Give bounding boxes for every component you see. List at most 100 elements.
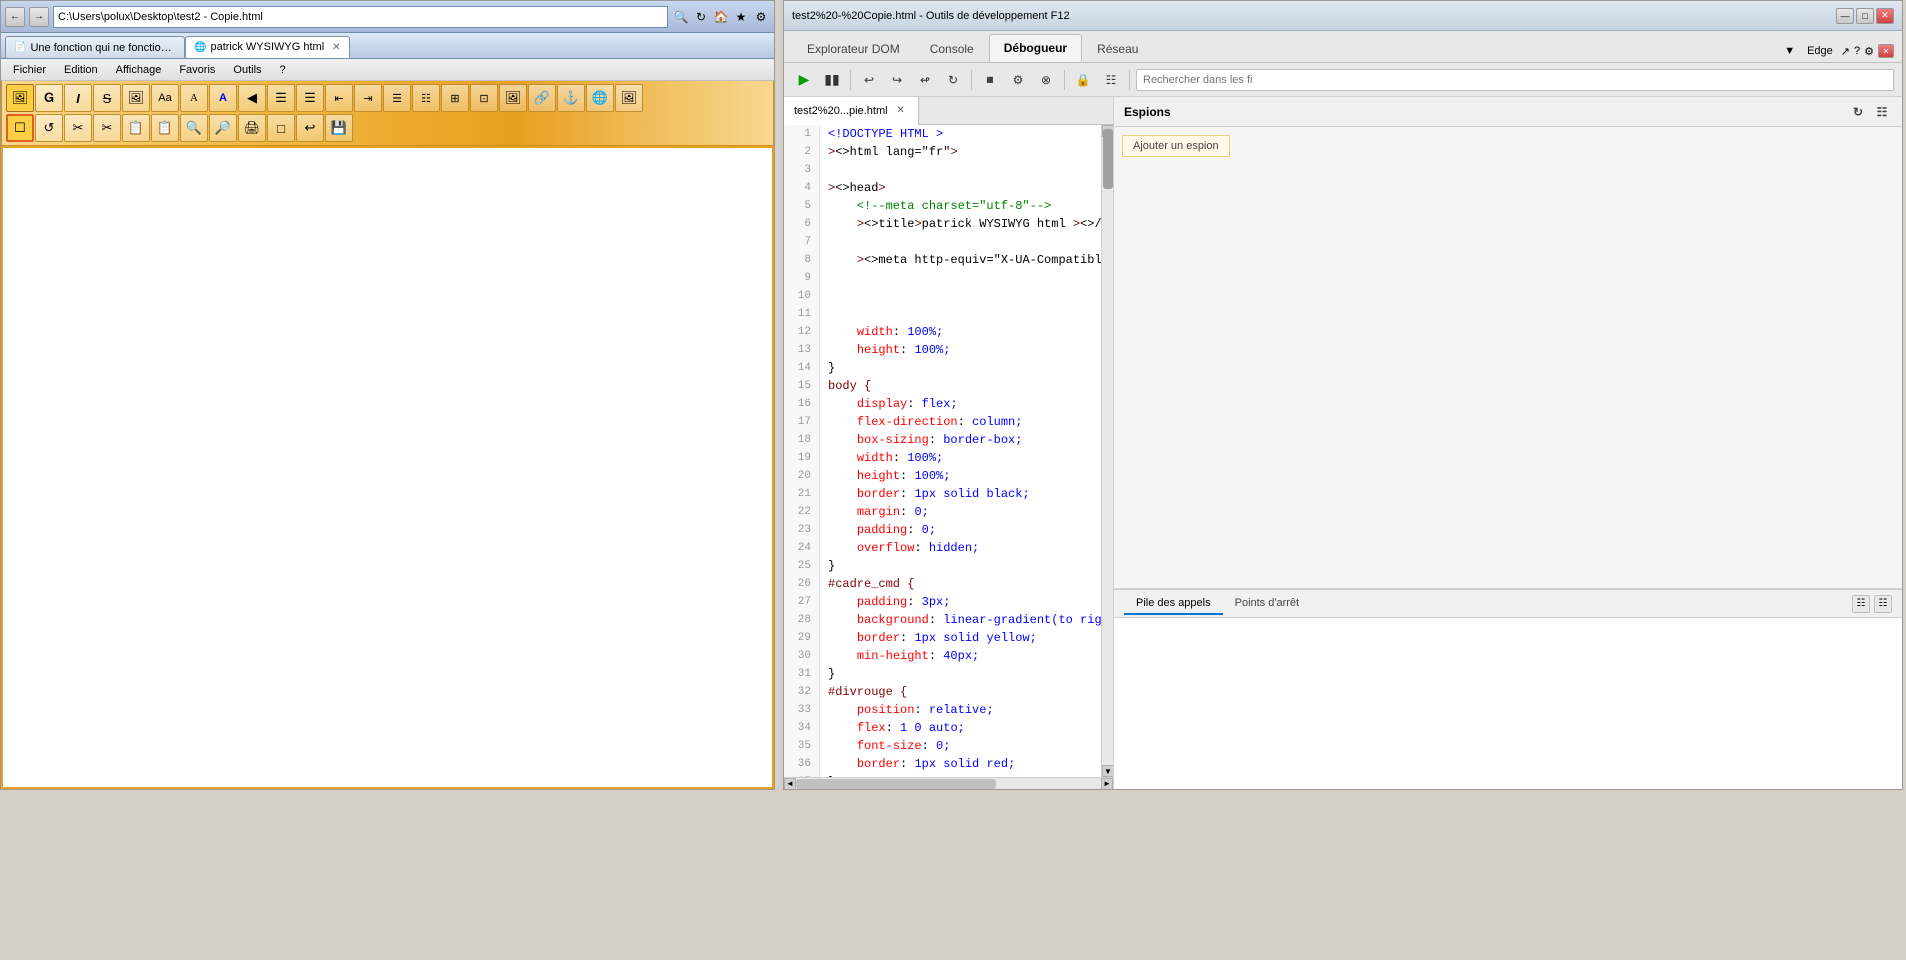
scroll-down-arrow[interactable]: ▼ — [1102, 765, 1113, 777]
bottom-icon-2[interactable]: ☷ — [1874, 595, 1892, 613]
toolbar-btn-25[interactable]: ✂ — [93, 114, 121, 142]
toolbar-btn-2[interactable]: I — [64, 84, 92, 112]
toolbar-btn-5[interactable]: Aa — [151, 84, 179, 112]
code-line-27[interactable]: 27 padding: 3px; — [784, 593, 1101, 611]
code-hscroll[interactable]: ◄ ► — [784, 777, 1113, 789]
code-line-12[interactable]: 12 width: 100%; — [784, 323, 1101, 341]
menu-affichage[interactable]: Affichage — [108, 62, 170, 78]
step-out-button[interactable]: ↫ — [913, 68, 937, 92]
worker-button[interactable]: ⚙ — [1006, 68, 1030, 92]
espions-refresh-icon[interactable]: ↻ — [1848, 102, 1868, 122]
minimize-button[interactable]: — — [1836, 8, 1854, 24]
toolbar-btn-12[interactable]: ⇥ — [354, 84, 382, 112]
code-line-33[interactable]: 33 position: relative; — [784, 701, 1101, 719]
toolbar-btn-28[interactable]: 🔍 — [180, 114, 208, 142]
maximize-button[interactable]: □ — [1856, 8, 1874, 24]
code-line-22[interactable]: 22 margin: 0; — [784, 503, 1101, 521]
code-line-8[interactable]: 8 ><>meta http-equiv="X-UA-Compatible" c — [784, 251, 1101, 269]
help-icon[interactable]: ? — [1854, 45, 1860, 57]
code-line-19[interactable]: 19 width: 100%; — [784, 449, 1101, 467]
grid-button[interactable]: ☷ — [1099, 68, 1123, 92]
code-line-32[interactable]: 32#divrouge { — [784, 683, 1101, 701]
code-line-20[interactable]: 20 height: 100%; — [784, 467, 1101, 485]
bottom-icon-1[interactable]: ☷ — [1852, 595, 1870, 613]
code-line-34[interactable]: 34 flex: 1 0 auto; — [784, 719, 1101, 737]
code-line-31[interactable]: 31} — [784, 665, 1101, 683]
breakpoints-button[interactable]: ◾ — [978, 68, 1002, 92]
toolbar-btn-16[interactable]: ⊡ — [470, 84, 498, 112]
toolbar-btn-23[interactable]: ↺ — [35, 114, 63, 142]
tab-pile-des-appels[interactable]: Pile des appels — [1124, 593, 1223, 615]
code-line-30[interactable]: 30 min-height: 40px; — [784, 647, 1101, 665]
toolbar-btn-8[interactable]: ◀ — [238, 84, 266, 112]
toolbar-btn-14[interactable]: ☷ — [412, 84, 440, 112]
code-line-9[interactable]: 9 — [784, 269, 1101, 287]
hscroll-track[interactable] — [796, 779, 1101, 789]
close-button[interactable]: ✕ — [1876, 8, 1894, 24]
menu-fichier[interactable]: Fichier — [5, 62, 54, 78]
code-line-5[interactable]: 5 <!--meta charset="utf-8"--> — [784, 197, 1101, 215]
toolbar-btn-20[interactable]: 🌐 — [586, 84, 614, 112]
hscroll-right-arrow[interactable]: ► — [1101, 778, 1113, 790]
hscroll-thumb[interactable] — [796, 779, 996, 789]
menu-favoris[interactable]: Favoris — [171, 62, 223, 78]
code-line-29[interactable]: 29 border: 1px solid yellow; — [784, 629, 1101, 647]
toolbar-btn-19[interactable]: ⚓ — [557, 84, 585, 112]
code-line-24[interactable]: 24 overflow: hidden; — [784, 539, 1101, 557]
toolbar-btn-31[interactable]: □ — [267, 114, 295, 142]
step-over-button[interactable]: ↩ — [857, 68, 881, 92]
play-button[interactable]: ▶ — [792, 68, 816, 92]
toolbar-btn-27[interactable]: 📋 — [151, 114, 179, 142]
toolbar-btn-0[interactable]: 🖼 — [6, 84, 34, 112]
toolbar-btn-21[interactable]: 🖼 — [615, 84, 643, 112]
menu-edition[interactable]: Edition — [56, 62, 106, 78]
code-line-6[interactable]: 6 ><>title>patrick WYSIWYG html ><>/titl… — [784, 215, 1101, 233]
scroll-thumb[interactable] — [1103, 129, 1113, 189]
toolbar-btn-29[interactable]: 🔎 — [209, 114, 237, 142]
espions-settings-icon[interactable]: ☷ — [1872, 102, 1892, 122]
add-espion-button[interactable]: Ajouter un espion — [1122, 135, 1230, 157]
menu-help[interactable]: ? — [272, 62, 294, 78]
code-content[interactable]: 1<!DOCTYPE HTML >2><>html lang="fr">34><… — [784, 125, 1101, 777]
tab-reseau[interactable]: Réseau — [1082, 34, 1153, 62]
code-scrollbar[interactable]: ▲ ▼ — [1101, 125, 1113, 777]
toolbar-btn-18[interactable]: 🔗 — [528, 84, 556, 112]
toolbar-btn-9[interactable]: ☰ — [267, 84, 295, 112]
file-tab-close[interactable]: ✕ — [894, 104, 908, 118]
detach-icon[interactable]: ↗ — [1841, 45, 1850, 58]
toolbar-btn-6[interactable]: A — [180, 84, 208, 112]
toolbar-btn-17[interactable]: 🖼 — [499, 84, 527, 112]
toolbar-btn-13[interactable]: ☰ — [383, 84, 411, 112]
code-line-1[interactable]: 1<!DOCTYPE HTML > — [784, 125, 1101, 143]
code-line-10[interactable]: 10 — [784, 287, 1101, 305]
toolbar-btn-33[interactable]: 💾 — [325, 114, 353, 142]
toolbar-btn-30[interactable]: 🖨 — [238, 114, 266, 142]
editor-area[interactable] — [1, 146, 774, 789]
code-line-15[interactable]: 15body { — [784, 377, 1101, 395]
code-line-14[interactable]: 14} — [784, 359, 1101, 377]
code-line-18[interactable]: 18 box-sizing: border-box; — [784, 431, 1101, 449]
tab-points-arret[interactable]: Points d'arrêt — [1223, 593, 1311, 615]
code-line-28[interactable]: 28 background: linear-gradient(to right — [784, 611, 1101, 629]
code-line-35[interactable]: 35 font-size: 0; — [784, 737, 1101, 755]
lock-button[interactable]: 🔒 — [1071, 68, 1095, 92]
toolbar-btn-24[interactable]: ✂ — [64, 114, 92, 142]
forward-button[interactable]: → — [29, 7, 49, 27]
tab-console[interactable]: Console — [915, 34, 989, 62]
search-icon[interactable]: 🔍 — [672, 8, 690, 26]
tab-explorateur-dom[interactable]: Explorateur DOM — [792, 34, 915, 62]
pause-button[interactable]: ▮▮ — [820, 68, 844, 92]
devtools-close-icon[interactable]: ✕ — [1878, 44, 1894, 58]
tab-1[interactable]: 📄 Une fonction qui ne fonctionne... — [5, 36, 185, 58]
favorites-icon[interactable]: ★ — [732, 8, 750, 26]
code-line-2[interactable]: 2><>html lang="fr"> — [784, 143, 1101, 161]
tab-2-close[interactable]: ✕ — [332, 42, 340, 53]
menu-outils[interactable]: Outils — [225, 62, 269, 78]
search-input[interactable] — [1136, 69, 1894, 91]
toolbar-btn-1[interactable]: 𝐆 — [35, 84, 63, 112]
step-button[interactable]: ↻ — [941, 68, 965, 92]
toolbar-btn-10[interactable]: ☰ — [296, 84, 324, 112]
toolbar-btn-11[interactable]: ⇤ — [325, 84, 353, 112]
settings-icon[interactable]: ⚙ — [752, 8, 770, 26]
code-line-11[interactable]: 11 html {</span> — [784, 305, 1101, 323]
